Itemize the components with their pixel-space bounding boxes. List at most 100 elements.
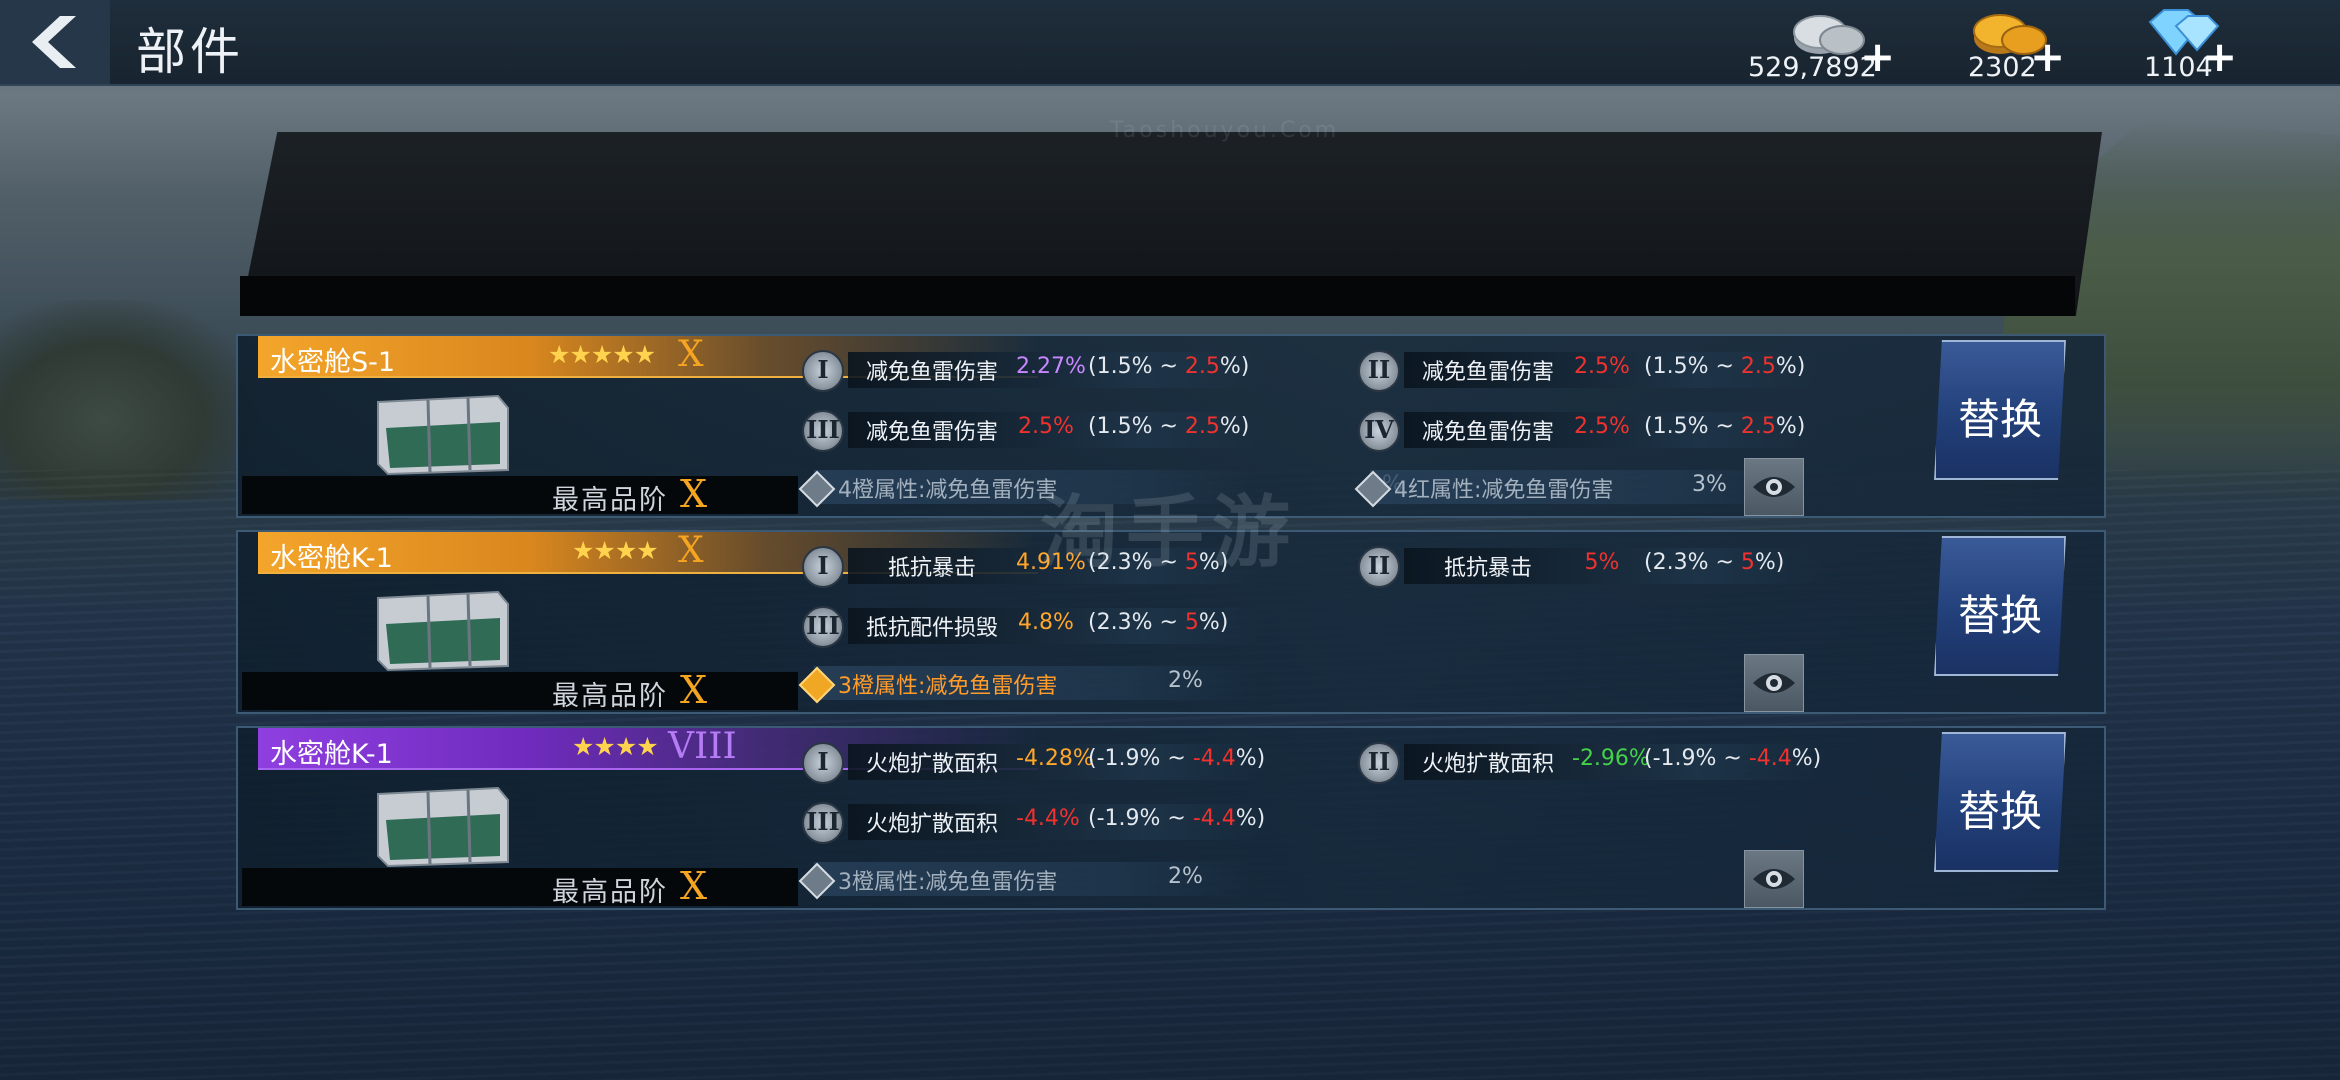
slot-badge: II [1358,546,1400,588]
silver-amount: 529,7892 [1748,52,1877,83]
slot-badge: III [802,802,844,844]
stat-value: 2.27% [1016,354,1086,379]
stat-name: 抵抗暴击 [887,556,976,581]
slot-badge: III [802,410,844,452]
replace-button[interactable]: 替换 [1934,732,2066,872]
banner-strip [240,276,2075,316]
slot-badge: I [802,546,844,588]
stat-slot-2: II 火炮扩散面积 -2.96% (-1.9% ~ -4.4%) [1358,742,1898,786]
attribute-label: 4橙属性:减免鱼雷伤害 [838,478,1058,503]
stat-range: (1.5% ~ 2.5%) [1644,414,1806,439]
eye-icon [1753,477,1795,497]
stat-name: 火炮扩散面积 [1421,752,1554,777]
stat-name: 抵抗配件损毁 [865,616,998,641]
stat-range: (1.5% ~ 2.5%) [1644,354,1806,379]
view-details-button[interactable] [1744,458,1804,516]
slot-badge: II [1358,350,1400,392]
set-attribute: 3橙属性:减免鱼雷伤害 2% [798,664,1340,704]
stat-value: -4.28% [1016,746,1094,771]
stat-slot-3: III 抵抗配件损毁 4.8% (2.3% ~ 5%) [802,606,1342,650]
grade-label: 最高品阶 [552,877,668,908]
stat-slot-3: III 火炮扩散面积 -4.4% (-1.9% ~ -4.4%) [802,802,1342,846]
stat-name: 火炮扩散面积 [865,812,998,837]
watertight-compartment-icon [377,394,509,476]
stat-name: 减免鱼雷伤害 [1421,360,1554,385]
rank-numeral: X [678,334,704,375]
grade-label: 最高品阶 [552,485,668,516]
watertight-compartment-icon [377,786,509,868]
grade-rank: X [680,472,708,516]
stat-range: (-1.9% ~ -4.4%) [1088,806,1266,831]
star-rating: ★★★★ [572,732,659,761]
grade-rank: X [680,864,708,908]
stat-value: 5% [1584,550,1620,575]
attribute-value: 2% [1168,668,1203,693]
eye-icon [1753,673,1795,693]
replace-button[interactable]: 替换 [1934,536,2066,676]
diamond-currency[interactable]: 1104 + [2136,0,2246,84]
rank-numeral: VIII [668,726,737,767]
stat-range: (1.5% ~ 2.5%) [1088,414,1250,439]
stat-range: (1.5% ~ 2.5%) [1088,354,1250,379]
star-rating: ★★★★ [572,536,659,565]
stat-slot-3: III 减免鱼雷伤害 2.5% (1.5% ~ 2.5%) [802,410,1342,454]
stat-range: (-1.9% ~ -4.4%) [1644,746,1822,771]
stat-slot-4: IV 减免鱼雷伤害 2.5% (1.5% ~ 2.5%) [1358,410,1898,454]
view-details-button[interactable] [1744,654,1804,712]
gold-currency[interactable]: 2302 + [1962,0,2072,84]
stat-slot-1: I 火炮扩散面积 -4.28% (-1.9% ~ -4.4%) [802,742,1342,786]
watertight-compartment-icon [377,590,509,672]
part-name: 水密舱K-1 [270,543,393,574]
watermark-sub: Taoshouyou.Com [1110,118,1340,143]
part-name: 水密舱S-1 [270,347,396,378]
back-button[interactable] [0,0,110,84]
slot-badge: IV [1358,410,1400,452]
attribute-label: 4红属性:减免鱼雷伤害 [1394,478,1614,503]
grade-rank: X [680,668,708,712]
set-attribute: 4红属性:减免鱼雷伤害 3% [1354,468,1896,508]
view-details-button[interactable] [1744,850,1804,908]
stat-value: 4.8% [1018,610,1074,635]
replace-button[interactable]: 替换 [1934,340,2066,480]
attribute-label: 3橙属性:减免鱼雷伤害 [838,674,1058,699]
gold-amount: 2302 [1968,52,2037,83]
attribute-label: 3橙属性:减免鱼雷伤害 [838,870,1058,895]
stat-name: 减免鱼雷伤害 [865,420,998,445]
attribute-value: 2% [1168,864,1203,889]
part-name: 水密舱K-1 [270,739,393,770]
star-rating: ★★★★★ [548,340,656,369]
eye-icon [1753,869,1795,889]
rank-numeral: X [678,530,704,571]
stat-value: 2.5% [1018,414,1074,439]
grade-bar [242,476,798,514]
grade-label: 最高品阶 [552,681,668,712]
stat-slot-2: II 减免鱼雷伤害 2.5% (1.5% ~ 2.5%) [1358,350,1898,394]
stat-range: (-1.9% ~ -4.4%) [1088,746,1266,771]
set-attribute: 3橙属性:减免鱼雷伤害 2% [798,860,1340,900]
stat-value: 2.5% [1574,414,1630,439]
watermark: 淘手游 [1040,488,1299,578]
silver-plus-button[interactable]: + [1860,36,1895,78]
slot-badge: II [1358,742,1400,784]
stat-name: 减免鱼雷伤害 [1421,420,1554,445]
stat-name: 减免鱼雷伤害 [865,360,998,385]
stat-value: 2.5% [1574,354,1630,379]
part-row: 水密舱K-1 ★★★★ VIII 最高品阶 X I 火炮扩散面积 -4.28% … [236,726,2106,910]
grade-bar [242,868,798,906]
stat-slot-1: I 减免鱼雷伤害 2.27% (1.5% ~ 2.5%) [802,350,1342,394]
silver-currency[interactable]: 529,7892 + [1748,0,1895,84]
stat-name: 火炮扩散面积 [865,752,998,777]
stat-range: (2.3% ~ 5%) [1644,550,1785,575]
diamond-plus-button[interactable]: + [2202,36,2237,78]
stat-slot-2: II 抵抗暴击 5% (2.3% ~ 5%) [1358,546,1898,590]
stat-value: -4.4% [1016,806,1080,831]
slot-badge: III [802,606,844,648]
top-bar: 部件 529,7892 + 2302 + 1104 + [0,0,2340,86]
slot-badge: I [802,742,844,784]
chevron-left-icon [32,16,76,68]
page-title: 部件 [136,23,244,81]
stat-name: 抵抗暴击 [1443,556,1532,581]
gold-plus-button[interactable]: + [2030,36,2065,78]
stat-range: (2.3% ~ 5%) [1088,610,1229,635]
attribute-value: 3% [1692,472,1727,497]
